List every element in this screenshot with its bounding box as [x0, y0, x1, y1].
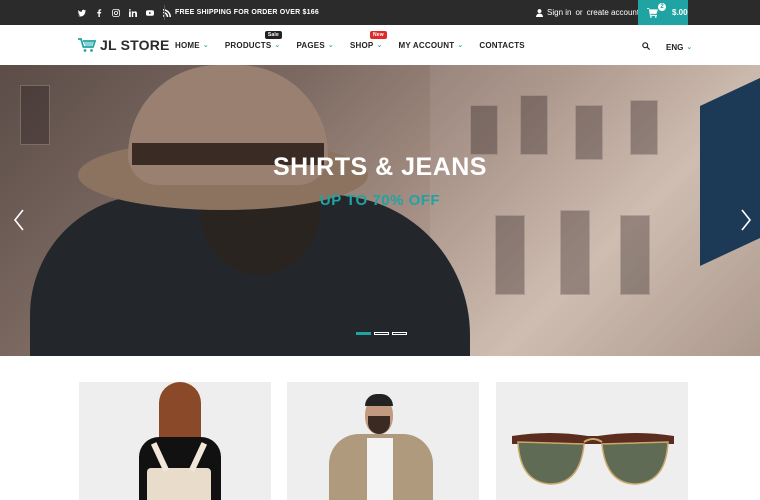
cart-amount: $.00 [672, 8, 688, 17]
slider-pagination [356, 332, 407, 335]
nav-products[interactable]: PRODUCTS ⌄ Sale [224, 30, 282, 50]
slider-dot[interactable] [374, 332, 389, 335]
cart-icon [647, 7, 658, 18]
hero-background-window [560, 210, 590, 295]
hero-background-window [20, 85, 50, 145]
chevron-down-icon: ⌄ [686, 44, 693, 51]
nav-contacts-label: CONTACTS [479, 40, 525, 50]
language-selector[interactable]: ENG ⌄ [666, 25, 692, 70]
topbar-divider [164, 5, 165, 20]
model-tshirt [367, 438, 393, 500]
hero-background-window [520, 95, 548, 155]
store-logo[interactable]: JL STORE [78, 37, 170, 53]
nav-shop-label: SHOP [349, 40, 374, 50]
hero-background-window [495, 215, 525, 295]
sale-badge: Sale [264, 30, 282, 39]
hero-background-window [470, 105, 498, 155]
chevron-down-icon: ⌄ [202, 42, 209, 49]
create-account-link[interactable]: create account [587, 0, 639, 25]
chevron-down-icon: ⌄ [327, 42, 334, 49]
sunglasses-image [512, 433, 674, 485]
social-links [78, 0, 171, 25]
nav-pages[interactable]: PAGES ⌄ [296, 41, 334, 50]
hero-slider: SHIRTS & JEANS UP TO 70% OFF [0, 65, 760, 356]
cart-count-badge: 2 [658, 3, 666, 11]
sign-in-link[interactable]: Sign in [547, 0, 571, 25]
product-tile-backpack[interactable] [79, 382, 271, 500]
chevron-down-icon: ⌄ [274, 42, 281, 49]
slider-dot[interactable] [356, 332, 371, 335]
hero-background-window [630, 100, 658, 155]
hero-background-window [575, 105, 603, 160]
nav-home[interactable]: HOME ⌄ [175, 41, 209, 50]
chevron-down-icon: ⌄ [457, 42, 464, 49]
youtube-icon[interactable] [146, 9, 154, 17]
new-badge: New [369, 30, 387, 39]
main-nav: HOME ⌄ PRODUCTS ⌄ Sale PAGES ⌄ SHOP ⌄ Ne… [175, 25, 541, 65]
product-tile-jacket[interactable] [287, 382, 479, 500]
search-icon[interactable] [642, 42, 650, 50]
product-tile-sunglasses[interactable] [496, 382, 688, 500]
slider-dot[interactable] [392, 332, 407, 335]
instagram-icon[interactable] [112, 8, 120, 17]
top-bar: FREE SHIPPING FOR ORDER OVER $166 Sign i… [0, 0, 760, 25]
nav-my-account[interactable]: MY ACCOUNT ⌄ [399, 41, 464, 50]
language-label: ENG [666, 43, 684, 52]
nav-my-account-label: MY ACCOUNT [398, 40, 455, 50]
twitter-icon[interactable] [78, 9, 86, 17]
or-text: or [575, 8, 583, 17]
hero-subtitle: UP TO 70% OFF [319, 192, 441, 209]
model-hair [365, 394, 393, 406]
nav-pages-label: PAGES [296, 40, 325, 50]
hero-title: SHIRTS & JEANS [273, 153, 487, 181]
linkedin-icon[interactable] [129, 8, 137, 17]
cart-logo-icon [78, 37, 96, 52]
chevron-down-icon: ⌄ [376, 42, 383, 49]
shipping-notice: FREE SHIPPING FOR ORDER OVER $166 [175, 9, 319, 16]
facebook-icon[interactable] [95, 8, 103, 17]
chevron-left-icon[interactable] [12, 208, 26, 232]
nav-shop[interactable]: SHOP ⌄ New [349, 30, 387, 50]
account-links: Sign in or create account [536, 0, 639, 25]
hero-background-window [620, 215, 650, 295]
logo-text: JL STORE [100, 37, 170, 53]
main-header: JL STORE HOME ⌄ PRODUCTS ⌄ Sale PAGES ⌄ … [0, 25, 760, 65]
cart-button[interactable]: 2 $.00 [638, 0, 688, 25]
user-icon [536, 8, 543, 17]
nav-contacts[interactable]: CONTACTS [479, 41, 524, 50]
nav-home-label: HOME [175, 40, 200, 50]
backpack-image [147, 468, 211, 500]
nav-products-label: PRODUCTS [224, 40, 272, 50]
chevron-right-icon[interactable] [739, 208, 753, 232]
